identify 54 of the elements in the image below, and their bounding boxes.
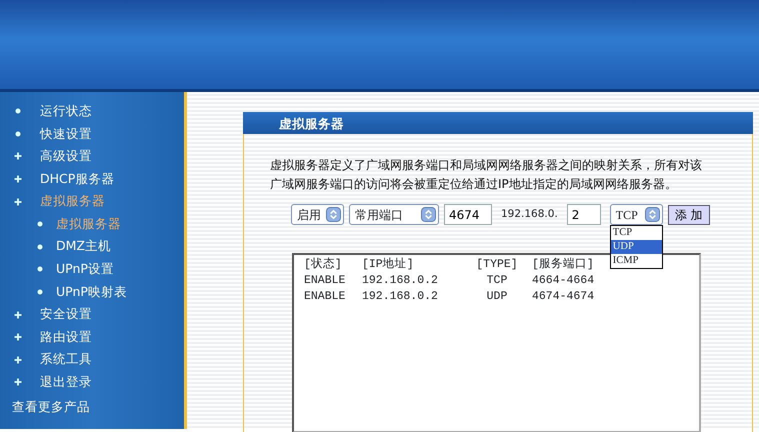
bullet-icon	[14, 130, 22, 138]
dropdown-option[interactable]: UDP	[610, 240, 662, 254]
sidebar-item[interactable]: 运行状态	[0, 100, 184, 123]
plus-icon	[14, 152, 22, 160]
list-cell-text: ENABLE	[304, 289, 346, 305]
spinner-icon	[421, 207, 436, 222]
plus-icon	[14, 356, 22, 364]
bullet-icon	[36, 220, 44, 228]
spinner-icon	[326, 207, 341, 222]
bullet-icon	[36, 288, 44, 296]
plus-icon	[14, 378, 22, 386]
sidebar-item[interactable]: 快速设置	[0, 122, 184, 146]
list-cell-text: 192.168.0.2	[362, 273, 439, 289]
ip-prefix-label: 192.168.0.	[501, 206, 558, 222]
dropdown-option[interactable]: ICMP	[610, 254, 662, 268]
column-header: [状态]	[304, 257, 343, 273]
column-header: [IP地址]	[362, 257, 415, 273]
port-field[interactable]: 4674	[444, 204, 492, 225]
column-header: [TYPE]	[475, 257, 519, 273]
column-header: [服务端口]	[532, 257, 594, 273]
sidebar-item[interactable]: 安全设置	[0, 303, 184, 326]
list-cell: 4674-4674	[532, 289, 594, 305]
sidebar-item[interactable]: 虚拟服务器	[0, 212, 184, 236]
sidebar-item[interactable]: 高级设置	[0, 145, 184, 168]
plus-icon	[14, 198, 22, 206]
sidebar-item[interactable]: DHCP服务器	[0, 168, 184, 190]
bullet-icon	[14, 107, 22, 116]
list-cell-text: UDP	[486, 289, 508, 305]
sidebar-item[interactable]: UPnP映射表	[0, 280, 184, 304]
panel-title: 虚拟服务器	[243, 112, 753, 134]
ip-field[interactable]: 2	[566, 204, 601, 225]
protocol-select[interactable]: TCP	[610, 204, 663, 225]
list-cell: 4664-4664	[532, 273, 594, 289]
port-type-select[interactable]: 常用端口	[349, 204, 439, 225]
plus-icon	[14, 175, 22, 184]
sidebar-item[interactable]: 退出登录	[0, 371, 184, 394]
sidebar-item[interactable]: 虚拟服务器	[0, 190, 184, 213]
list-cell-text: ENABLE	[304, 273, 346, 289]
plus-icon	[14, 310, 22, 319]
dropdown-option[interactable]: TCP	[610, 226, 662, 240]
bullet-icon	[36, 242, 44, 251]
sidebar-item[interactable]: 路由设置	[0, 326, 184, 349]
plus-icon	[14, 333, 22, 342]
list-cell-text: 192.168.0.2	[362, 289, 439, 305]
bullet-icon	[36, 265, 44, 274]
sidebar-item[interactable]: UPnP设置	[0, 258, 184, 281]
more-products-link[interactable]: 查看更多产品	[0, 398, 184, 416]
sidebar-item[interactable]: 系统工具	[0, 348, 184, 372]
status-select[interactable]: 启用	[291, 204, 344, 225]
description-text: 虚拟服务器定义了广域网服务端口和局域网网络服务器之间的映射关系，所有对该广域网服务端口的访问将会被重定位给通过IP地址指定的局域网网络服务器。	[270, 157, 703, 193]
sidebar-item[interactable]: DMZ主机	[0, 236, 184, 258]
spinner-icon	[644, 207, 660, 222]
list-cell-text: TCP	[486, 273, 508, 289]
add-button[interactable]: 添 加	[668, 204, 710, 224]
